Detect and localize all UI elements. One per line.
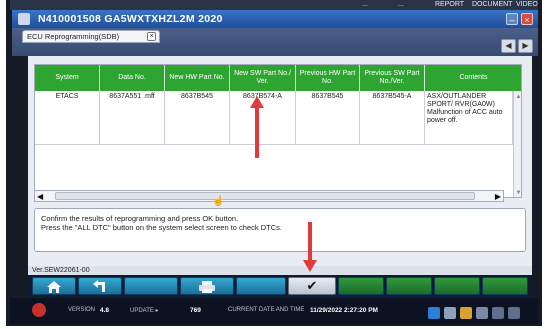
tray-icon[interactable]	[508, 307, 520, 319]
tab-close-icon[interactable]: ×	[147, 32, 156, 41]
update-value: 769	[190, 307, 201, 314]
printer-icon	[199, 281, 215, 293]
screenshot-root: { "system_menu": { "items": ["...", "...…	[0, 0, 548, 329]
back-button[interactable]	[78, 277, 122, 295]
tray-icon[interactable]	[492, 307, 504, 319]
toolbar-blank-button[interactable]	[338, 277, 384, 295]
instruction-line-1: Confirm the results of reprogramming and…	[41, 214, 239, 223]
system-menu-video[interactable]: VIDEO	[516, 0, 538, 10]
status-taskbar: VERSION 4.8 UPDATE ▸ 769 CURRENT DATE AN…	[10, 298, 538, 324]
instruction-line-2: Press the "ALL DTC" button on the system…	[41, 223, 282, 232]
table-vertical-scrollbar[interactable]: ▲ ▼	[513, 91, 521, 197]
system-menu-report[interactable]: REPORT	[435, 0, 464, 10]
column-header-contents: Contents	[425, 65, 521, 91]
version-value: 4.8	[100, 307, 110, 314]
scroll-thumb[interactable]	[55, 192, 475, 200]
main-content: System Data No. New HW Part No. New SW P…	[28, 56, 532, 266]
system-menu-item[interactable]: ...	[398, 0, 404, 10]
power-icon[interactable]	[32, 303, 46, 317]
mouse-cursor-icon: ☝	[212, 196, 225, 207]
table-cell-system[interactable]: ETACS	[35, 91, 100, 145]
tab-ecu-reprogramming[interactable]: ECU Reprogramming(SDB) ×	[22, 30, 160, 43]
column-header-prev-sw: Previous SW Part No./Ver.	[360, 65, 425, 91]
home-icon	[47, 281, 61, 293]
toolbar-blank-button[interactable]	[386, 277, 432, 295]
camera-icon[interactable]	[444, 307, 456, 319]
window-titlebar: N410001508 GA5WXTXHZL2M 2020 – ×	[12, 10, 538, 28]
system-menu-document[interactable]: DOCUMENT	[472, 0, 512, 10]
toolbar-blank-button[interactable]	[236, 277, 286, 295]
table-cell-data-no[interactable]: 8637A551 .mff	[100, 91, 165, 145]
instruction-message-box: Confirm the results of reprogramming and…	[34, 208, 526, 252]
ok-button[interactable]: ✔	[288, 277, 336, 295]
minimize-button[interactable]: –	[506, 13, 518, 25]
folder-icon[interactable]	[460, 307, 472, 319]
help-icon[interactable]	[428, 307, 440, 319]
bottom-toolbar: ✔	[28, 275, 532, 297]
table-horizontal-scrollbar[interactable]: ◀ ▶	[34, 190, 504, 202]
print-button[interactable]	[180, 277, 234, 295]
scroll-up-icon[interactable]: ▲	[515, 93, 521, 101]
column-header-system: System	[35, 65, 100, 91]
app-logo-icon	[18, 13, 30, 25]
tab-scroll-right-button[interactable]: ▶	[518, 39, 533, 53]
column-header-new-hw: New HW Part No.	[165, 65, 230, 91]
tab-label: ECU Reprogramming(SDB)	[27, 32, 120, 41]
datetime-label: CURRENT DATE AND TIME	[228, 307, 305, 313]
return-arrow-icon	[93, 280, 105, 292]
tab-scroll-left-button[interactable]: ◀	[501, 39, 516, 53]
table-cell-prev-sw[interactable]: 8637B545-A	[360, 91, 425, 145]
table-cell-prev-hw[interactable]: 8637B545	[296, 91, 360, 145]
system-menu-strip: ... ... REPORT DOCUMENT VIDEO	[10, 0, 538, 10]
toolbar-blank-button[interactable]	[482, 277, 528, 295]
network-icon[interactable]	[476, 307, 488, 319]
reprogramming-table: System Data No. New HW Part No. New SW P…	[34, 64, 522, 198]
scroll-down-icon[interactable]: ▼	[515, 189, 521, 197]
column-header-data-no: Data No.	[100, 65, 165, 91]
table-cell-new-hw[interactable]: 8637B545	[165, 91, 230, 145]
datetime-value: 11/29/2022 2:27:20 PM	[310, 307, 378, 314]
close-window-button[interactable]: ×	[521, 13, 533, 25]
version-bar: Ver.SEW22061-00	[28, 266, 532, 275]
table-cell-contents[interactable]: ASX/OUTLANDER SPORT/ RVR(GA0W) Malfuncti…	[425, 91, 513, 145]
home-button[interactable]	[32, 277, 76, 295]
update-label[interactable]: UPDATE ▸	[130, 307, 159, 314]
tab-strip: ECU Reprogramming(SDB) × ◀ ▶	[12, 28, 538, 56]
annotation-arrow-down-icon	[303, 222, 317, 272]
version-label: VERSION	[68, 307, 96, 313]
toolbar-blank-button[interactable]	[124, 277, 178, 295]
column-header-prev-hw: Previous HW Part No.	[296, 65, 360, 91]
toolbar-blank-button[interactable]	[434, 277, 480, 295]
system-menu-item[interactable]: ...	[362, 0, 368, 10]
window-title: N410001508 GA5WXTXHZL2M 2020	[38, 13, 223, 25]
column-header-new-sw: New SW Part No./ Ver.	[230, 65, 296, 91]
annotation-arrow-up-icon	[250, 96, 264, 158]
scroll-left-icon[interactable]: ◀	[37, 192, 43, 201]
scroll-right-icon[interactable]: ▶	[495, 192, 501, 201]
